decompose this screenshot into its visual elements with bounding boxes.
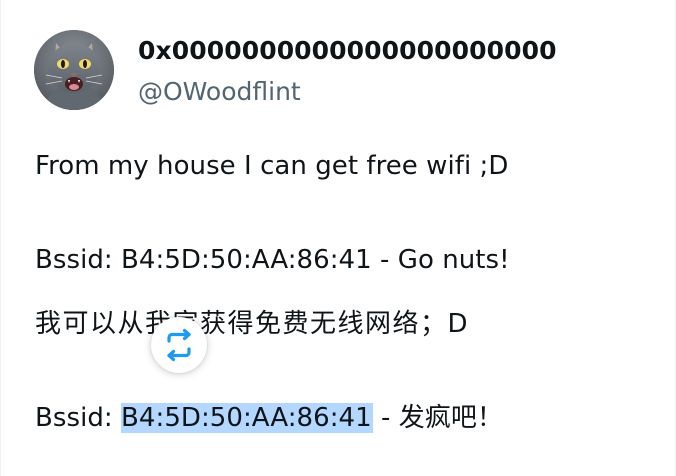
tweet-card: 0x0000000000000000000000 @OWoodflint Fro… (0, 0, 676, 476)
cat-avatar-image (34, 30, 114, 110)
user-handle[interactable]: @OWoodflint (138, 75, 301, 109)
avatar[interactable] (34, 30, 114, 110)
tweet-line-4-prefix: Bssid: (35, 403, 122, 433)
tweet-line-2: Bssid: B4:5D:50:AA:86:41 - Go nuts! (35, 245, 510, 275)
tweet-line-4-suffix: - 发疯吧！ (372, 403, 503, 433)
tweet-line-4: Bssid: B4:5D:50:AA:86:41 - 发疯吧！ (35, 400, 503, 436)
left-divider (0, 0, 1, 476)
tweet-line-1: From my house I can get free wifi ;D (35, 151, 509, 181)
tweet-line-3: 我可以从我家获得免费无线网络；D (35, 309, 470, 339)
retweet-icon (167, 328, 191, 362)
display-name[interactable]: 0x0000000000000000000000 (138, 34, 557, 68)
retweet-button[interactable] (151, 317, 207, 373)
selected-bssid-text[interactable]: B4:5D:50:AA:86:41 (121, 403, 373, 433)
